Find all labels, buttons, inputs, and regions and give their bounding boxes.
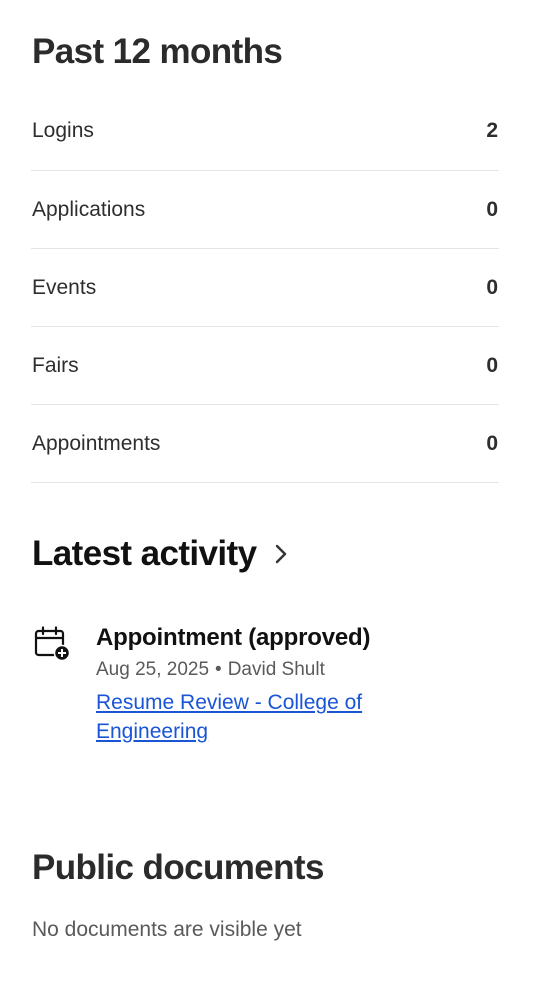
- activity-link[interactable]: Resume Review - College of Engineering: [96, 688, 416, 746]
- stat-row-logins: Logins 2: [31, 96, 499, 171]
- activity-meta: Aug 25, 2025 • David Shult: [96, 659, 474, 681]
- documents-empty-text: No documents are visible yet: [32, 918, 302, 941]
- stat-row-events: Events 0: [31, 249, 499, 327]
- stat-label: Fairs: [32, 353, 79, 377]
- stat-value: 0: [486, 275, 498, 299]
- stat-value: 2: [486, 119, 498, 142]
- stat-row-applications: Applications 0: [31, 171, 499, 249]
- activity-title: Appointment (approved): [96, 624, 371, 651]
- stat-label: Logins: [32, 119, 94, 142]
- public-documents-title: Public documents: [32, 848, 324, 887]
- stats-list: Logins 2 Applications 0 Events 0 Fairs 0…: [31, 96, 499, 483]
- stat-value: 0: [486, 353, 498, 377]
- stat-label: Events: [32, 275, 97, 299]
- latest-activity-title: Latest activity: [32, 534, 257, 573]
- latest-activity-link[interactable]: Latest activity: [32, 534, 288, 574]
- activity-person: David Shult: [227, 659, 325, 680]
- stat-value: 0: [486, 197, 498, 221]
- stat-label: Applications: [32, 197, 146, 221]
- calendar-add-icon: [34, 626, 71, 662]
- activity-date: Aug 25, 2025: [96, 659, 210, 680]
- stat-value: 0: [486, 431, 498, 455]
- stat-label: Appointments: [32, 431, 161, 455]
- stat-row-appointments: Appointments 0: [31, 405, 499, 483]
- activity-content: Appointment (approved) Aug 25, 2025 • Davi…: [96, 624, 474, 746]
- meta-separator: •: [215, 659, 222, 680]
- stat-row-fairs: Fairs 0: [31, 327, 499, 405]
- profile-activity-panel: Past 12 months Logins 2 Applications 0 E…: [0, 0, 534, 990]
- past-12-months-title: Past 12 months: [32, 32, 283, 71]
- chevron-right-icon: [274, 542, 288, 566]
